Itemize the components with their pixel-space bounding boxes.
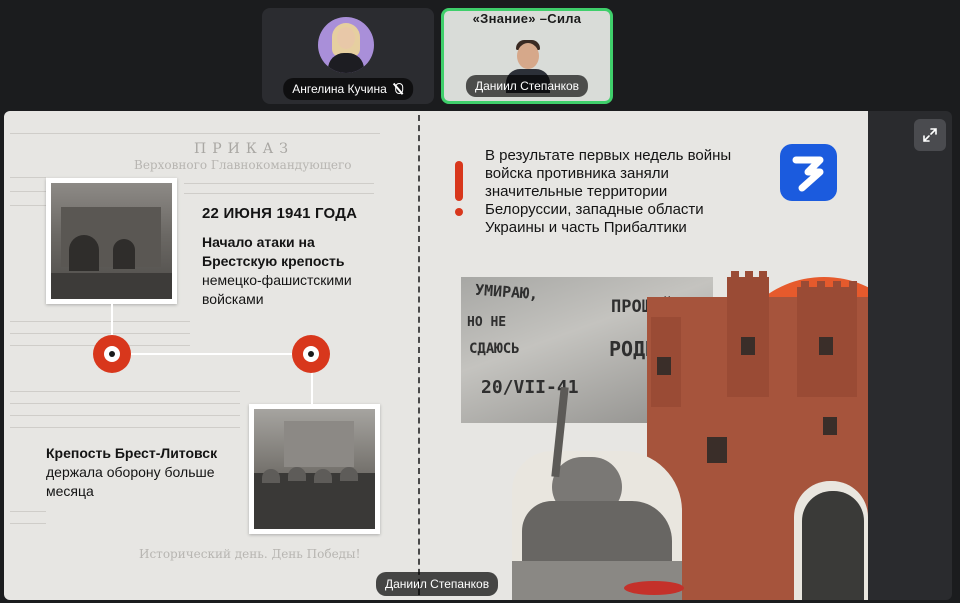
wall-text: УМИРАЮ, (474, 280, 539, 304)
participant-name: Даниил Степанков (474, 79, 580, 93)
fortress-ruins-photo (46, 178, 177, 304)
soldiers-photo (249, 404, 380, 534)
newspaper-header: ПРИКАЗ (194, 141, 294, 157)
participant-name: Ангелина Кучина (292, 82, 387, 96)
monument-statue (512, 386, 682, 600)
expand-button[interactable] (914, 119, 946, 151)
event-1-text: Начало атаки на Брестскую крепость немец… (202, 233, 392, 309)
slide-divider (418, 115, 420, 595)
mic-off-icon (392, 83, 404, 95)
event-2-text: Крепость Брест-Литовск держала оборону б… (46, 444, 241, 501)
info-text: В результате первых недель войны войска … (485, 147, 732, 236)
timeline-node (93, 335, 131, 373)
timeline-node (292, 335, 330, 373)
wall-text: НО НЕ (467, 315, 507, 330)
event-1-bold: Начало атаки на Брестскую крепость (202, 234, 345, 269)
date-title: 22 ИЮНЯ 1941 ГОДА (202, 205, 358, 222)
newspaper-subheader: Верховного Главнокомандующего (134, 158, 352, 172)
screen-share-stage: ПРИКАЗ Верховного Главнокомандующего Ист… (4, 111, 952, 600)
flowers (624, 581, 684, 595)
presentation-slide: ПРИКАЗ Верховного Главнокомандующего Ист… (4, 111, 868, 600)
active-speaker-label: Даниил Степанков (376, 572, 499, 596)
event-1-rest: немецко-фашистскими войсками (202, 272, 352, 307)
znanie-logo-icon (780, 144, 837, 201)
video-banner-text: «Знание» –Сила (472, 11, 582, 26)
participant-name-pill: Даниил Степанков (465, 75, 589, 97)
wall-text: СДАЮСЬ (469, 341, 520, 357)
event-2-bold: Крепость Брест-Литовск (46, 445, 218, 461)
newspaper-footer: Исторический день. День Победы! (139, 547, 361, 561)
participant-tile-daniil[interactable]: «Знание» –Сила Даниил Степанков (441, 8, 613, 104)
expand-icon (923, 128, 937, 142)
participant-name-pill: Ангелина Кучина (283, 78, 413, 100)
exclamation-icon (452, 161, 466, 221)
event-2-rest: держала оборону больше месяца (46, 464, 215, 499)
timeline-connector (112, 353, 312, 355)
avatar (318, 17, 374, 73)
participant-tile-angelina[interactable]: Ангелина Кучина (262, 8, 434, 104)
